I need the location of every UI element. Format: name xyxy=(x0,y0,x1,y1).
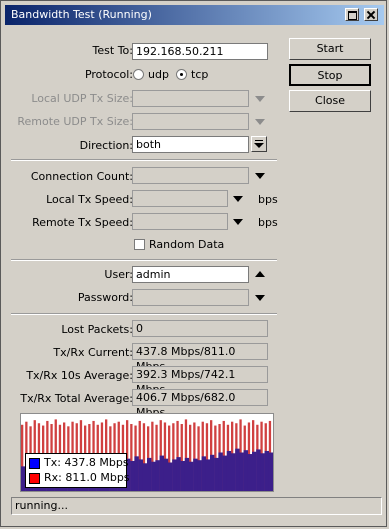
tx-bar xyxy=(201,456,206,491)
window-title: Bandwidth Test (Running) xyxy=(11,8,152,21)
txrx-10s-average-value: 392.3 Mbps/742.1 Mbps xyxy=(132,366,268,396)
tx-bar xyxy=(205,459,211,491)
local-tx-speed-unit: bps xyxy=(258,193,278,206)
local-tx-speed-input[interactable] xyxy=(132,190,228,207)
user-input[interactable]: admin xyxy=(132,266,249,283)
tx-bar xyxy=(247,454,253,491)
tx-bar xyxy=(264,450,269,491)
close-button[interactable]: Close xyxy=(289,90,371,112)
maximize-icon[interactable] xyxy=(345,8,359,21)
tx-bar xyxy=(142,463,148,491)
start-button[interactable]: Start xyxy=(289,38,371,60)
local-tx-speed-dropdown-icon[interactable] xyxy=(233,196,243,202)
tx-bar xyxy=(197,460,202,491)
lost-packets-value: 0 xyxy=(132,320,268,337)
tx-bar xyxy=(130,460,135,491)
tx-bar xyxy=(235,448,240,491)
txrx-10s-average-label: Tx/Rx 10s Average: xyxy=(26,369,133,382)
close-window-icon[interactable] xyxy=(364,8,378,21)
tx-bar xyxy=(168,462,173,491)
remote-udp-tx-size-input xyxy=(132,113,249,130)
local-udp-tx-size-input xyxy=(132,90,249,107)
tx-bar xyxy=(239,452,244,491)
remote-tx-speed-label: Remote Tx Speed: xyxy=(32,216,133,229)
remote-udp-tx-size-dropdown-icon xyxy=(255,119,265,125)
remote-tx-speed-input[interactable] xyxy=(132,213,228,230)
password-label: Password: xyxy=(77,291,133,304)
direction-dropdown-button[interactable] xyxy=(251,136,267,152)
tx-bar xyxy=(268,452,273,491)
direction-select[interactable]: both xyxy=(132,136,249,153)
direction-label: Direction: xyxy=(79,139,133,152)
legend-rx-value: 811.0 Mbps xyxy=(65,471,130,484)
password-input[interactable] xyxy=(132,289,249,306)
tx-bar xyxy=(176,457,181,491)
protocol-label: Protocol: xyxy=(84,68,133,81)
test-to-label: Test To: xyxy=(92,44,133,57)
random-data-label: Random Data xyxy=(149,238,225,251)
txrx-current-value: 437.8 Mbps/811.0 Mbps xyxy=(132,343,268,373)
title-bar[interactable]: Bandwidth Test (Running) xyxy=(5,5,384,25)
legend-tx-label: Tx: 437.8 Mbps xyxy=(44,456,129,469)
protocol-tcp-label: tcp xyxy=(191,68,209,81)
tx-bar xyxy=(218,452,223,491)
chevron-down-icon xyxy=(254,143,264,148)
connection-count-label: Connection Count: xyxy=(30,170,133,183)
stop-button[interactable]: Stop xyxy=(289,64,371,86)
tx-bar xyxy=(252,451,257,491)
separator xyxy=(11,313,277,315)
tx-bar xyxy=(172,459,177,491)
legend-tx-value: 437.8 Mbps xyxy=(64,456,129,469)
tx-bar xyxy=(189,461,194,491)
separator xyxy=(11,259,277,261)
legend-rx-label: Rx: 811.0 Mbps xyxy=(44,471,130,484)
tx-bar xyxy=(243,450,248,491)
tx-bar xyxy=(256,449,261,491)
tx-bar xyxy=(151,461,156,491)
tx-bar xyxy=(260,453,265,491)
tx-bar xyxy=(210,454,215,491)
tx-bar xyxy=(155,460,160,491)
tx-bar xyxy=(134,456,139,491)
tx-bar xyxy=(222,455,227,491)
txrx-total-average-label: Tx/Rx Total Average: xyxy=(20,392,133,405)
tx-bar xyxy=(138,459,143,491)
connection-count-input[interactable] xyxy=(132,167,249,184)
txrx-total-average-value: 406.7 Mbps/682.0 Mbps xyxy=(132,389,268,419)
protocol-tcp-radio[interactable] xyxy=(176,69,187,80)
collapse-up-icon[interactable] xyxy=(255,271,265,277)
tx-color-swatch xyxy=(29,458,40,469)
rx-color-swatch xyxy=(29,473,40,484)
bandwidth-graph: Tx: 437.8 Mbps Rx: 811.0 Mbps xyxy=(20,413,274,492)
tx-bar xyxy=(193,458,198,491)
local-udp-tx-size-label: Local UDP Tx Size: xyxy=(31,92,133,105)
test-to-input[interactable]: 192.168.50.211 xyxy=(132,43,268,60)
password-dropdown-icon[interactable] xyxy=(255,295,265,301)
tx-bar xyxy=(184,457,190,491)
remote-udp-tx-size-label: Remote UDP Tx Size: xyxy=(17,115,133,128)
txrx-current-label: Tx/Rx Current: xyxy=(53,346,133,359)
protocol-udp-radio[interactable] xyxy=(133,69,144,80)
tx-bar xyxy=(231,453,236,491)
local-udp-tx-size-dropdown-icon xyxy=(255,96,265,102)
user-label: User: xyxy=(104,268,133,281)
connection-count-dropdown-icon[interactable] xyxy=(255,173,265,179)
tx-bar xyxy=(180,460,185,491)
separator xyxy=(11,159,277,161)
graph-legend: Tx: 437.8 Mbps Rx: 811.0 Mbps xyxy=(25,453,130,488)
tx-bar xyxy=(226,450,232,491)
tx-bar xyxy=(163,458,169,491)
status-bar: running... xyxy=(11,497,382,515)
tx-bar xyxy=(214,457,219,491)
lost-packets-label: Lost Packets: xyxy=(61,323,133,336)
random-data-checkbox[interactable] xyxy=(134,239,145,250)
tx-bar xyxy=(159,455,164,491)
tx-bar xyxy=(147,457,152,491)
remote-tx-speed-unit: bps xyxy=(258,216,278,229)
local-tx-speed-label: Local Tx Speed: xyxy=(46,193,133,206)
remote-tx-speed-dropdown-icon[interactable] xyxy=(233,219,243,225)
bandwidth-test-window: Bandwidth Test (Running) Start Stop Clos… xyxy=(0,0,387,527)
protocol-udp-label: udp xyxy=(148,68,169,81)
